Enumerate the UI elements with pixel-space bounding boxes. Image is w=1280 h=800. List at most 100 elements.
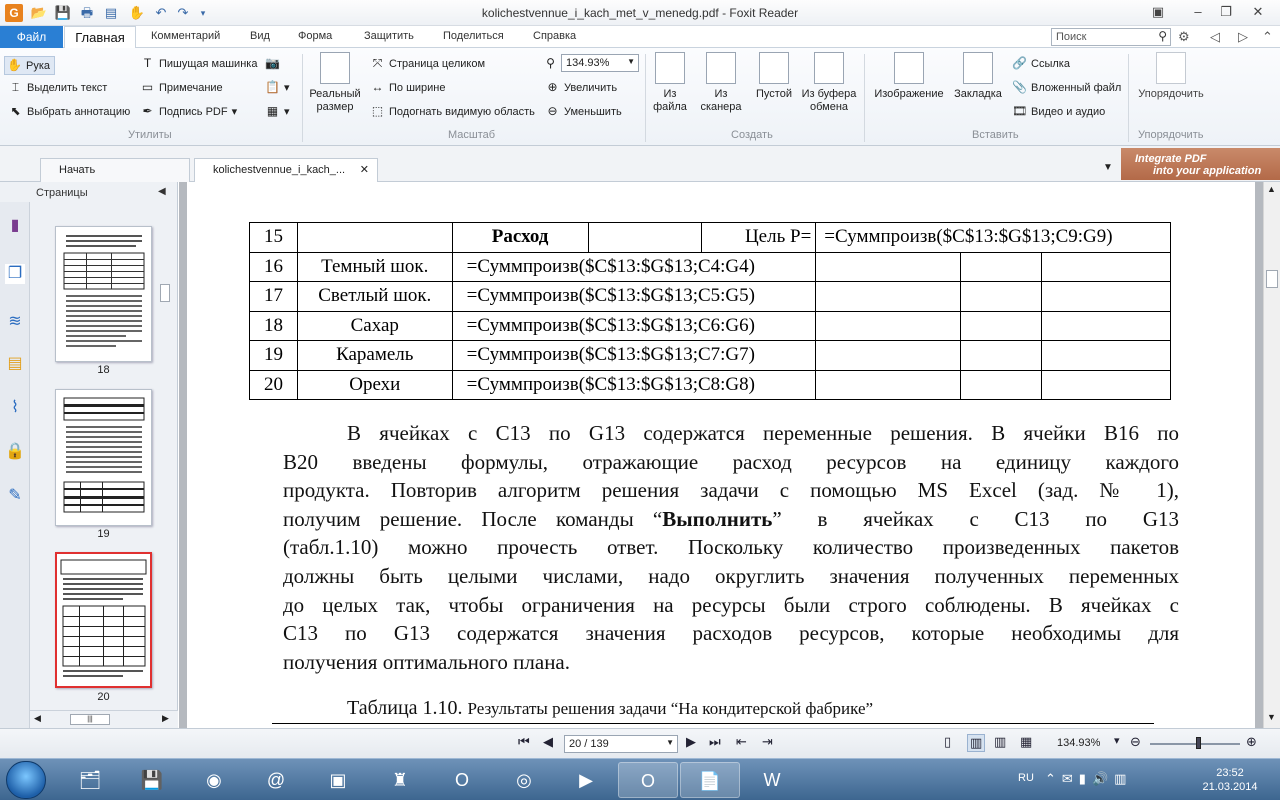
single-page-icon[interactable]: ▯ bbox=[944, 734, 951, 750]
zoom-percentage[interactable]: 134.93% bbox=[1057, 737, 1100, 749]
insert-image-button[interactable]: Изображение bbox=[872, 52, 946, 101]
tab-start[interactable]: Начать bbox=[40, 158, 190, 182]
facing-page-icon[interactable]: ▥ bbox=[994, 734, 1006, 750]
continuous-facing-icon[interactable]: ▦ bbox=[1020, 734, 1032, 750]
fit-width-button[interactable]: ↔ По ширине bbox=[370, 80, 446, 95]
start-button[interactable] bbox=[6, 761, 46, 799]
zoom-in-small-icon[interactable]: ⊕ bbox=[1246, 734, 1257, 750]
tab-home[interactable]: Главная bbox=[64, 26, 136, 49]
maximize-button[interactable]: ❐ bbox=[1214, 4, 1238, 22]
scroll-right-icon[interactable]: ▶ bbox=[162, 713, 169, 724]
game-taskbar-icon[interactable]: ♜ bbox=[370, 762, 430, 798]
continuous-page-icon[interactable]: ▥ bbox=[967, 734, 986, 752]
tab-share[interactable]: Поделиться bbox=[443, 30, 504, 42]
insert-attachment-button[interactable]: 📎 Вложенный файл bbox=[1012, 80, 1121, 95]
collapse-panel-icon[interactable]: ◀ bbox=[158, 186, 166, 197]
document-scrollbar[interactable]: ▲ ▼ bbox=[1263, 182, 1280, 728]
fit-page-button[interactable]: ⤧ Страница целиком bbox=[370, 56, 485, 71]
tab-list-chevron-icon[interactable]: ▼ bbox=[1103, 162, 1113, 173]
close-button[interactable]: ✕ bbox=[1246, 4, 1270, 22]
zoom-out-small-icon[interactable]: ⊖ bbox=[1130, 734, 1141, 750]
arrange-button[interactable]: Упорядочить bbox=[1134, 52, 1208, 101]
page-number-input[interactable]: 20 / 139 ▼ bbox=[564, 735, 678, 753]
app-taskbar-icon[interactable]: ▣ bbox=[308, 762, 368, 798]
foxit-taskbar-icon[interactable]: 📄 bbox=[680, 762, 740, 798]
security-lock-icon[interactable]: 🔒 bbox=[5, 442, 25, 462]
tab-view[interactable]: Вид bbox=[250, 30, 270, 42]
minimize-button[interactable]: – bbox=[1186, 4, 1210, 22]
typewriter-button[interactable]: T Пишущая машинка bbox=[140, 56, 258, 71]
page-thumbnail-20-selected[interactable] bbox=[55, 552, 152, 688]
tab-document[interactable]: kolichestvennue_i_kach_... ✕ bbox=[194, 158, 378, 183]
zoom-dropdown-icon[interactable]: ▾ bbox=[1114, 734, 1120, 747]
scroll-up-icon[interactable]: ▲ bbox=[1267, 184, 1276, 194]
signatures-icon[interactable]: ✎ bbox=[5, 486, 25, 506]
insert-link-button[interactable]: 🔗 Ссылка bbox=[1012, 56, 1070, 71]
floppy-app-taskbar-icon[interactable]: 💾 bbox=[122, 762, 182, 798]
search-input[interactable]: Поиск ⚲ bbox=[1051, 28, 1171, 46]
sign-pdf-button[interactable]: ✒ Подпись PDF ▾ bbox=[140, 104, 237, 119]
select-annotation-button[interactable]: ⬉ Выбрать аннотацию bbox=[8, 104, 130, 119]
layers-icon[interactable]: ≋ bbox=[5, 312, 25, 332]
back-icon[interactable]: ◁ bbox=[1210, 29, 1220, 45]
last-page-icon[interactable]: ⏭ bbox=[709, 734, 721, 750]
select-area-button[interactable]: ▦ ▾ bbox=[265, 104, 290, 119]
close-tab-icon[interactable]: ✕ bbox=[360, 159, 369, 181]
word-taskbar-icon[interactable]: W bbox=[742, 762, 802, 798]
next-page-icon[interactable]: ▶ bbox=[686, 734, 696, 750]
thumbnail-horizontal-scrollbar[interactable]: ◀ ||| ▶ bbox=[30, 710, 178, 728]
explorer-taskbar-icon[interactable]: 🗂 bbox=[60, 762, 120, 798]
scroll-down-icon[interactable]: ▼ bbox=[1267, 712, 1276, 722]
previous-page-icon[interactable]: ◀ bbox=[543, 734, 553, 750]
next-view-icon[interactable]: ⇥ bbox=[762, 734, 773, 750]
chrome-taskbar-icon[interactable]: ◉ bbox=[184, 762, 244, 798]
from-clipboard-button[interactable]: Из буфера обмена bbox=[800, 52, 858, 114]
zoom-slider[interactable] bbox=[1150, 743, 1240, 745]
page-thumbnail-19[interactable] bbox=[55, 389, 152, 526]
language-indicator[interactable]: RU bbox=[1018, 772, 1034, 784]
bookmarks-icon[interactable]: ▮ bbox=[5, 216, 25, 236]
up-icon[interactable]: ⌃ bbox=[1262, 29, 1273, 45]
attachments-icon[interactable]: ⌇ bbox=[5, 398, 25, 418]
media-player-taskbar-icon[interactable]: ▶ bbox=[556, 762, 616, 798]
clock[interactable]: 23:52 21.03.2014 bbox=[1202, 766, 1258, 794]
note-button[interactable]: ▭ Примечание bbox=[140, 80, 223, 95]
insert-bookmark-button[interactable]: Закладка bbox=[950, 52, 1006, 101]
select-text-button[interactable]: ⌶ Выделить текст bbox=[8, 80, 107, 95]
horizontal-scroll-thumb[interactable]: ||| bbox=[70, 714, 110, 725]
ribbon-options-icon[interactable]: ▣ bbox=[1146, 4, 1170, 22]
thumbnail-scrollbar[interactable] bbox=[158, 204, 172, 710]
actual-size-button[interactable]: Реальный размер bbox=[306, 52, 364, 114]
tab-form[interactable]: Форма bbox=[298, 30, 332, 42]
previous-view-icon[interactable]: ⇤ bbox=[736, 734, 747, 750]
from-file-button[interactable]: Из файла bbox=[650, 52, 690, 114]
zoom-out-button[interactable]: ⊖ Уменьшить bbox=[545, 104, 621, 119]
daemon-taskbar-icon[interactable]: ◎ bbox=[494, 762, 554, 798]
comments-icon[interactable]: ▤ bbox=[5, 354, 25, 374]
document-view[interactable]: 15 Расход Цель P= =Суммпроизв($C$13:$G$1… bbox=[179, 182, 1263, 728]
zoom-select[interactable]: 134.93% ▼ bbox=[561, 54, 639, 72]
zoom-in-button[interactable]: ⊕ Увеличить bbox=[545, 80, 617, 95]
integrate-banner[interactable]: Integrate PDF into your application bbox=[1121, 148, 1280, 180]
clipboard-button[interactable]: 📋 ▾ bbox=[265, 80, 290, 95]
insert-media-button[interactable]: 🎞 Видео и аудио bbox=[1012, 104, 1105, 119]
forward-icon[interactable]: ▷ bbox=[1238, 29, 1248, 45]
tab-help[interactable]: Справка bbox=[533, 30, 576, 42]
file-tab[interactable]: Файл bbox=[0, 26, 63, 48]
hand-tool-button[interactable]: ✋ Рука bbox=[4, 56, 56, 75]
first-page-icon[interactable]: ⏮ bbox=[518, 734, 530, 750]
scroll-left-icon[interactable]: ◀ bbox=[34, 713, 41, 724]
thumbnail-scroll-thumb[interactable] bbox=[160, 284, 170, 302]
search-icon[interactable]: ⚲ bbox=[1158, 29, 1167, 43]
system-tray-icons[interactable]: ⌃✉▮🔊▥ bbox=[1045, 771, 1132, 787]
from-scanner-button[interactable]: Из сканера bbox=[694, 52, 748, 114]
document-scroll-thumb[interactable] bbox=[1266, 270, 1278, 288]
zoom-slider-thumb[interactable] bbox=[1196, 737, 1201, 749]
blank-button[interactable]: Пустой bbox=[752, 52, 796, 101]
page-thumbnail-18[interactable] bbox=[55, 226, 152, 362]
opera-window-taskbar-icon[interactable]: O bbox=[618, 762, 678, 798]
internet-taskbar-icon[interactable]: @ bbox=[246, 762, 306, 798]
settings-icon[interactable]: ⚙ bbox=[1178, 29, 1190, 45]
tab-comment[interactable]: Комментарий bbox=[151, 30, 220, 42]
pages-icon[interactable]: ❐ bbox=[5, 264, 25, 284]
